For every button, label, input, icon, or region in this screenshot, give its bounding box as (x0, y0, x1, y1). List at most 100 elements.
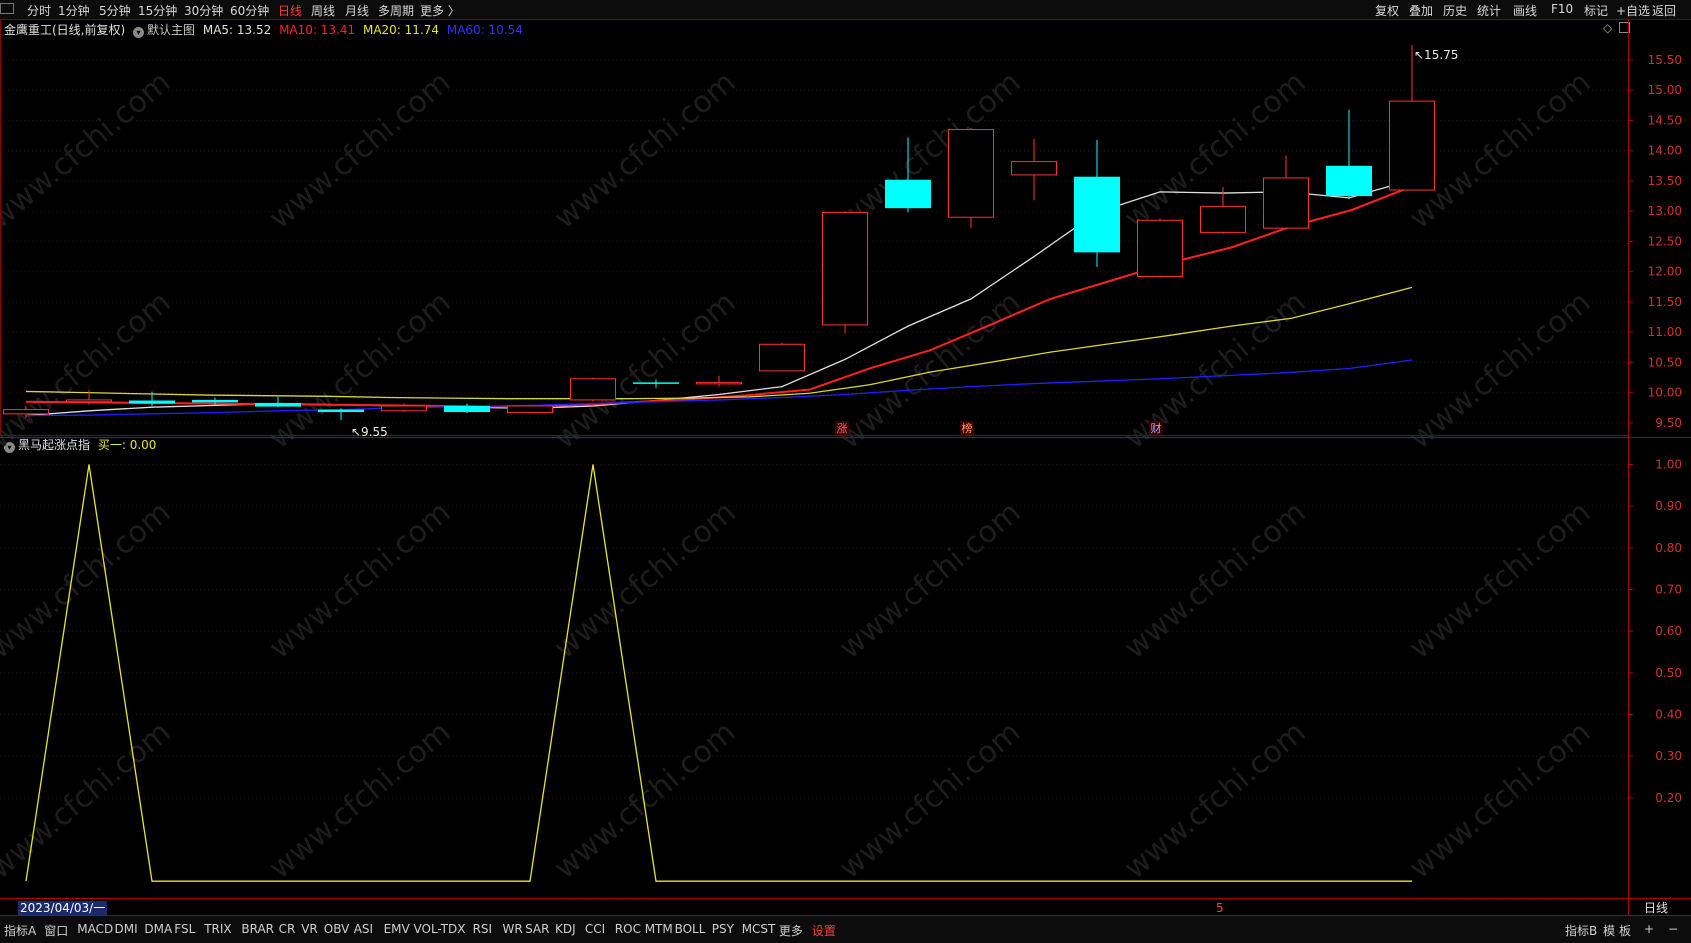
candle-body (948, 129, 994, 218)
indicator-tab-12[interactable]: EMV (384, 922, 410, 936)
y-tick-label: 0.80 (1655, 541, 1682, 555)
candle-body (1389, 100, 1435, 191)
candle-body (1011, 161, 1057, 176)
indicator-tab-19[interactable]: ROC (615, 922, 641, 936)
indicator-tab-21[interactable]: BOLL (675, 922, 706, 936)
indicator-tab-8[interactable]: CR (279, 922, 296, 936)
date-cursor-label: 2023/04/03/一 (18, 901, 108, 915)
candle-body (822, 211, 868, 326)
candle-body (759, 343, 805, 372)
indicator-tab-13[interactable]: VOL-TDX (414, 922, 466, 936)
y-tick-label: 0.60 (1655, 624, 1682, 638)
watermark-text: www.cfchi.com (1403, 715, 1598, 886)
y-tick-label: 15.50 (1648, 53, 1682, 67)
chart-area[interactable]: www.cfchi.com www.cfchi.com www.cfchi.com w… (0, 0, 1691, 915)
indicator-tab-16[interactable]: SAR (525, 922, 549, 936)
y-tick-label: 0.70 (1655, 583, 1682, 597)
candle-body (885, 179, 931, 209)
indicator-tab-18[interactable]: CCI (585, 922, 605, 936)
bottom-right-button-0[interactable]: 指标B (1565, 922, 1597, 939)
candle-body (1200, 205, 1246, 233)
y-tick-label: 14.00 (1648, 144, 1682, 158)
indicator-tab-23[interactable]: MCST (742, 922, 776, 936)
bottom-right-button-2[interactable]: 板 (1619, 922, 1631, 939)
watermark-text: www.cfchi.com (0, 285, 177, 456)
indicator-tab-20[interactable]: MTM (645, 922, 673, 936)
candle-body (3, 409, 49, 415)
y-tick-label: 1.00 (1655, 458, 1682, 472)
indicator-tab-24[interactable]: 更多 (779, 922, 803, 939)
indicator-tab-1[interactable]: 窗口 (44, 922, 68, 939)
candle-body (192, 399, 238, 403)
indicator-tab-5[interactable]: FSL (174, 922, 195, 936)
bottom-right-button-3[interactable]: + (1644, 922, 1654, 936)
candle-body (1137, 219, 1183, 278)
watermark-text: www.cfchi.com (548, 715, 743, 886)
candle-body (444, 405, 490, 413)
candle-body (1074, 176, 1120, 253)
y-tick-label: 10.50 (1648, 355, 1682, 369)
candle-body (696, 381, 742, 385)
candle-body (633, 382, 679, 384)
indicator-tab-9[interactable]: VR (301, 922, 318, 936)
watermark-text: www.cfchi.com (263, 495, 458, 666)
indicator-tab-4[interactable]: DMA (144, 922, 172, 936)
indicator-tab-25[interactable]: 设置 (812, 922, 836, 939)
watermark-text: www.cfchi.com (833, 715, 1028, 886)
y-tick-label: 0.40 (1655, 708, 1682, 722)
y-tick-label: 9.50 (1655, 416, 1682, 430)
indicator-tab-14[interactable]: RSI (473, 922, 493, 936)
indicator-tab-6[interactable]: TRIX (204, 922, 231, 936)
watermark-text: www.cfchi.com (833, 495, 1028, 666)
y-tick-label: 14.50 (1648, 113, 1682, 127)
candle-body (381, 405, 427, 412)
y-tick-label: 13.00 (1648, 204, 1682, 218)
indicator-tab-2[interactable]: MACD (77, 922, 113, 936)
indicator-tab-11[interactable]: ASI (354, 922, 373, 936)
watermark-text: www.cfchi.com (1403, 495, 1598, 666)
event-marker: 涨 (837, 422, 848, 435)
indicator-tab-10[interactable]: OBV (324, 922, 350, 936)
y-tick-label: 0.50 (1655, 666, 1682, 680)
y-tick-label: 11.00 (1648, 325, 1682, 339)
y-tick-label: 0.20 (1655, 791, 1682, 805)
candle-body (255, 402, 301, 407)
y-tick-label: 11.50 (1648, 295, 1682, 309)
watermark-text: www.cfchi.com (1118, 285, 1313, 456)
watermark-text: www.cfchi.com (263, 715, 458, 886)
indicator-tab-0[interactable]: 指标A (4, 922, 36, 939)
month-marker: 5 (1216, 901, 1224, 915)
indicator-tab-15[interactable]: WR (503, 922, 523, 936)
indicator-tab-22[interactable]: PSY (712, 922, 734, 936)
watermark-text: www.cfchi.com (0, 715, 177, 886)
indicator-tabs-bar: 指标A 窗口 MACD DMI DMA FSL TRIX BRAR CR VR OBV ASI EMV V… (0, 915, 1691, 943)
y-tick-label: 13.50 (1648, 174, 1682, 188)
watermark-text: www.cfchi.com (1403, 285, 1598, 456)
y-tick-label: 0.30 (1655, 749, 1682, 763)
candle-body (507, 405, 553, 414)
y-tick-label: 12.50 (1648, 234, 1682, 248)
candle-body (66, 399, 112, 403)
y-tick-label: 15.00 (1648, 83, 1682, 97)
indicator-tab-3[interactable]: DMI (115, 922, 138, 936)
candle-body (1263, 177, 1309, 229)
low-price-label: ↖9.55 (351, 425, 388, 439)
watermark-text: www.cfchi.com (1118, 715, 1313, 886)
bottom-right-button-4[interactable]: − (1668, 922, 1678, 936)
candle-body (129, 400, 175, 404)
y-tick-label: 10.00 (1648, 386, 1682, 400)
candle-body (318, 409, 364, 413)
y-tick-label: 0.90 (1655, 499, 1682, 513)
candle-body (570, 378, 616, 401)
event-marker: 榜 (962, 421, 973, 435)
watermark-text: www.cfchi.com (1118, 495, 1313, 666)
event-marker: 财 (1151, 421, 1162, 435)
watermark-text: www.cfchi.com (548, 495, 743, 666)
indicator-tab-17[interactable]: KDJ (555, 922, 576, 936)
grid-lines (0, 19, 1691, 915)
high-price-label: ↖15.75 (1414, 48, 1458, 62)
period-label: 日线 (1644, 901, 1669, 915)
indicator-tab-7[interactable]: BRAR (241, 922, 274, 936)
bottom-right-button-1[interactable]: 模 (1603, 922, 1615, 939)
watermark-text: www.cfchi.com (548, 285, 743, 456)
